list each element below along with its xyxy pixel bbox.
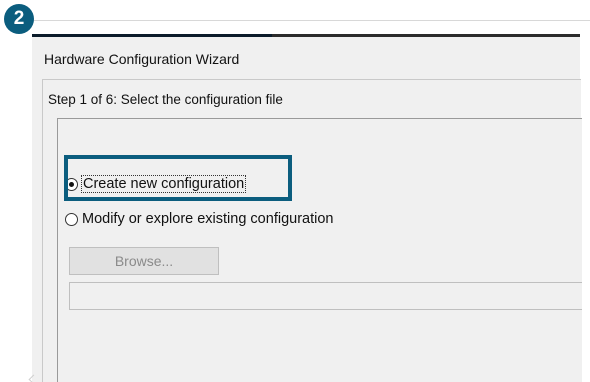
window-top-accent <box>32 34 272 37</box>
screenshot-frame: 2 Hardware Configuration Wizard Step 1 o… <box>0 0 590 382</box>
top-divider-line <box>32 20 590 21</box>
radio-unselected-icon[interactable] <box>65 212 78 226</box>
browse-button[interactable]: Browse... <box>69 247 219 275</box>
create-new-configuration-label[interactable]: Create new configuration <box>80 175 247 193</box>
dialog-title: Hardware Configuration Wizard <box>44 51 240 67</box>
step-panel: Step 1 of 6: Select the configuration fi… <box>42 79 582 382</box>
hardware-configuration-wizard-dialog: Hardware Configuration Wizard Step 1 of … <box>32 37 582 382</box>
create-new-configuration-radio[interactable]: Create new configuration <box>65 175 247 193</box>
configuration-file-path-field[interactable] <box>69 282 582 310</box>
step-number-badge: 2 <box>4 4 34 34</box>
modify-existing-configuration-label[interactable]: Modify or explore existing configuration <box>82 211 333 227</box>
configuration-options-group: Create new configuration Modify or explo… <box>57 118 582 382</box>
radio-selected-icon[interactable] <box>65 177 78 191</box>
step-label: Step 1 of 6: Select the configuration fi… <box>48 92 283 107</box>
modify-existing-configuration-radio[interactable]: Modify or explore existing configuration <box>65 211 333 227</box>
